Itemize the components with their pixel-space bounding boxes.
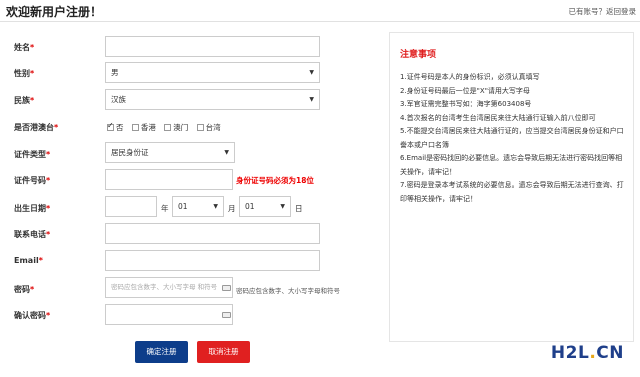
- ethnicity-select[interactable]: 汉族 ▼: [105, 89, 320, 110]
- birth-day-select[interactable]: 01 ▼: [239, 196, 291, 217]
- email-label: Email*: [14, 256, 43, 265]
- phone-input[interactable]: [105, 223, 320, 244]
- checkbox-icon[interactable]: [196, 124, 204, 131]
- chevron-down-icon: ▼: [213, 203, 218, 210]
- notes-item: 3.军官证需完整书写如：海字第603408号: [400, 100, 532, 108]
- keyboard-icon[interactable]: [222, 312, 231, 318]
- confirm-password-label: 确认密码*: [14, 311, 51, 320]
- have-account-text: 已有账号？: [568, 7, 607, 16]
- id-number-input[interactable]: [105, 169, 233, 190]
- name-input[interactable]: [105, 36, 320, 57]
- registration-form: 姓名* 性别* 男▼ 民族* 汉族▼ 是否港澳台* 否 香港 澳门 台湾 证件类…: [0, 22, 372, 377]
- id-type-label: 证件类型*: [14, 150, 51, 159]
- notes-item: 2.身份证号码最后一位是"X"请用大写字母: [400, 86, 530, 95]
- keyboard-icon[interactable]: [222, 285, 231, 291]
- password-label: 密码*: [14, 285, 35, 294]
- year-unit: 年: [161, 204, 169, 213]
- header: 欢迎新用户注册！ 已有账号？返回登录: [0, 0, 640, 22]
- notes-item: 4.首次报名的台湾考生台湾居民来往大陆通行证输入前八位即可: [400, 113, 596, 122]
- page-title: 欢迎新用户注册！: [6, 5, 103, 19]
- birth-label: 出生日期*: [14, 204, 51, 213]
- submit-button[interactable]: 确定注册: [135, 341, 188, 363]
- ethnicity-label: 民族*: [14, 96, 35, 105]
- checkbox-checked-icon[interactable]: [107, 121, 114, 131]
- checkbox-icon[interactable]: [164, 124, 172, 131]
- birth-year-input[interactable]: [105, 196, 157, 217]
- gender-select[interactable]: 男 ▼: [105, 62, 320, 83]
- chevron-down-icon: ▼: [309, 96, 314, 103]
- top-links: 已有账号？返回登录: [569, 6, 637, 17]
- cancel-button[interactable]: 取消注册: [197, 341, 250, 363]
- notes-item: 6.Email是密码找回的必要信息。遗忘会导致后期无法进行密码找回等相关操作，请…: [400, 154, 623, 176]
- month-unit: 月: [228, 204, 236, 213]
- phone-label: 联系电话*: [14, 230, 51, 239]
- notes-list: 1.证件号码是本人的身份标识，必须认真填写 2.身份证号码最后一位是"X"请用大…: [400, 71, 628, 206]
- region-label: 是否港澳台*: [14, 123, 59, 132]
- back-login-link[interactable]: 返回登录: [606, 7, 636, 16]
- id-number-error: 身份证号码必须为18位: [236, 176, 314, 185]
- chevron-down-icon: ▼: [309, 69, 314, 76]
- password-input[interactable]: 密码应包含数字、大小写字母 和符号: [105, 277, 233, 298]
- confirm-password-input[interactable]: [105, 304, 233, 325]
- watermark-logo: H2L.CN: [550, 343, 624, 363]
- id-type-select[interactable]: 居民身份证 ▼: [105, 142, 235, 163]
- region-options: 否 香港 澳门 台湾: [107, 121, 227, 133]
- notes-panel: 注意事项 1.证件号码是本人的身份标识，必须认真填写 2.身份证号码最后一位是"…: [389, 32, 634, 342]
- gender-label: 性别*: [14, 69, 35, 78]
- password-hint: 密码应包含数字、大小写字母和符号: [236, 287, 340, 295]
- day-unit: 日: [295, 204, 303, 213]
- birth-month-select[interactable]: 01 ▼: [172, 196, 224, 217]
- email-input[interactable]: [105, 250, 320, 271]
- name-label: 姓名*: [14, 43, 35, 52]
- notes-item: 7.密码是登录本考试系统的必要信息。遗忘会导致后期无法进行查询、打印等相关操作，…: [400, 181, 624, 203]
- notes-item: 5.不能提交台湾居民来往大陆通行证的，应当提交台湾居民身份证和户口誊本或户口名簿: [400, 127, 624, 149]
- chevron-down-icon: ▼: [224, 149, 229, 156]
- id-number-label: 证件号码*: [14, 176, 51, 185]
- chevron-down-icon: ▼: [280, 203, 285, 210]
- region-option-no[interactable]: 否: [107, 121, 124, 133]
- notes-item: 1.证件号码是本人的身份标识，必须认真填写: [400, 73, 540, 81]
- region-option-taiwan[interactable]: 台湾: [196, 122, 221, 133]
- checkbox-icon[interactable]: [131, 124, 139, 131]
- region-option-macau[interactable]: 澳门: [164, 122, 188, 133]
- region-option-hongkong[interactable]: 香港: [131, 122, 156, 133]
- notes-title: 注意事项: [400, 50, 437, 60]
